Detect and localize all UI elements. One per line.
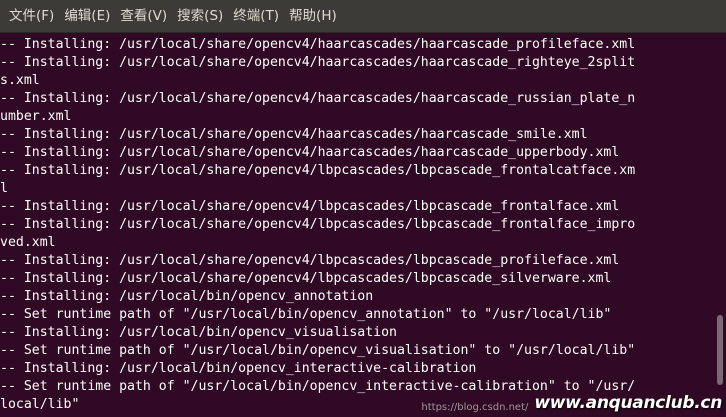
menu-help[interactable]: 帮助(H): [284, 0, 342, 33]
menu-terminal[interactable]: 终端(T): [228, 0, 284, 33]
terminal-line: ved.xml: [0, 235, 56, 250]
terminal-output[interactable]: -- Installing: /usr/local/share/opencv4/…: [0, 33, 711, 417]
terminal-scrollbar[interactable]: [711, 33, 726, 417]
terminal-line: -- Installing: /usr/local/share/opencv4/…: [0, 127, 588, 142]
terminal-line: -- Installing: /usr/local/share/opencv4/…: [0, 145, 620, 160]
terminal-line: -- Installing: /usr/local/share/opencv4/…: [0, 271, 612, 286]
terminal-line: -- Installing: /usr/local/share/opencv4/…: [0, 91, 636, 106]
terminal-line: -- Installing: /usr/local/bin/opencv_int…: [0, 361, 477, 376]
menu-file[interactable]: 文件(F): [4, 0, 59, 33]
terminal-line: -- Set runtime path of "/usr/local/bin/o…: [0, 307, 612, 322]
terminal-line: umber.xml: [0, 109, 72, 124]
terminal-line: s.xml: [0, 73, 40, 88]
terminal-line: -- Installing: /usr/local/share/opencv4/…: [0, 199, 620, 214]
terminal-line: -- Installing: /usr/local/bin/opencv_vis…: [0, 325, 397, 340]
terminal-line: l: [0, 181, 8, 196]
terminal-window: 文件(F) 编辑(E) 查看(V) 搜索(S) 终端(T) 帮助(H) -- I…: [0, 0, 726, 417]
terminal-line: -- Installing: /usr/local/share/opencv4/…: [0, 253, 620, 268]
terminal-lines: -- Installing: /usr/local/share/opencv4/…: [0, 36, 635, 414]
menu-bar: 文件(F) 编辑(E) 查看(V) 搜索(S) 终端(T) 帮助(H): [0, 0, 726, 33]
terminal-line: -- Installing: /usr/local/share/opencv4/…: [0, 163, 636, 178]
terminal-line: -- Installing: /usr/local/share/opencv4/…: [0, 37, 636, 52]
watermark-url: https://blog.csdn.net/: [421, 402, 529, 413]
menu-view[interactable]: 查看(V): [115, 0, 172, 33]
terminal-line: -- Installing: /usr/local/bin/opencv_ann…: [0, 289, 374, 304]
menu-edit[interactable]: 编辑(E): [59, 0, 115, 33]
terminal-line: -- Installing: /usr/local/share/opencv4/…: [0, 217, 636, 232]
watermark: https://blog.csdn.net/ www.anquanclub.cn: [421, 393, 722, 413]
watermark-logo: www.anquanclub.cn: [534, 393, 722, 413]
terminal-line: -- Installing: /usr/local/share/opencv4/…: [0, 55, 636, 70]
terminal-line: -- Set runtime path of "/usr/local/bin/o…: [0, 343, 636, 358]
menu-search[interactable]: 搜索(S): [172, 0, 228, 33]
scrollbar-thumb[interactable]: [717, 315, 723, 385]
